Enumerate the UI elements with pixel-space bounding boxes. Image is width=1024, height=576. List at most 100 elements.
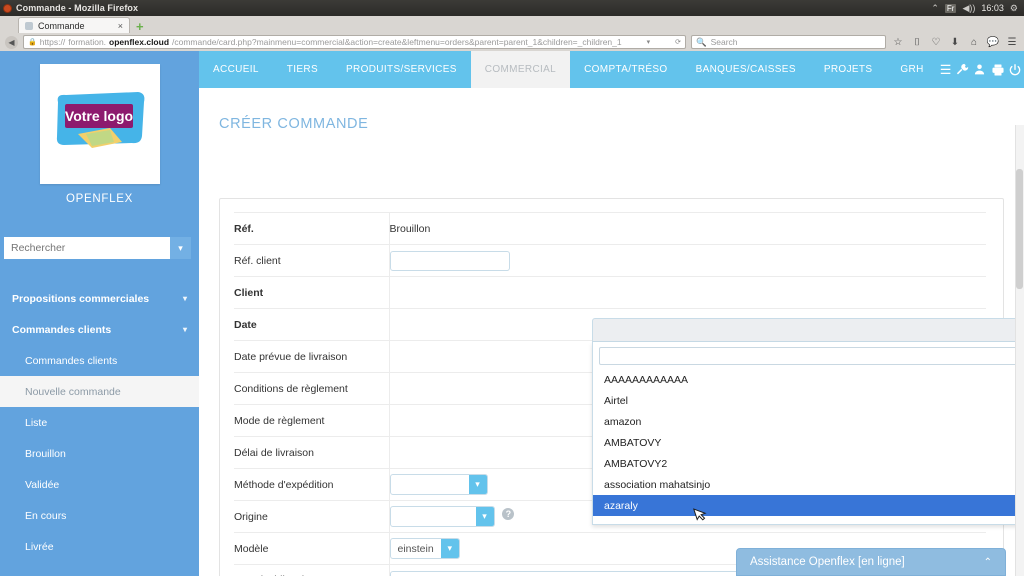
sidebar-item-liste[interactable]: Liste: [0, 407, 199, 438]
nav-grh[interactable]: GRH: [886, 51, 937, 88]
row-value-ref: Brouillon: [389, 222, 431, 235]
power-icon-glyph: [1009, 63, 1021, 75]
sidebar-group-commandes[interactable]: Commandes clients ▾: [0, 314, 199, 345]
nav-label: GRH: [900, 64, 924, 75]
nav-label: COMPTA/TRÉSO: [584, 64, 668, 75]
list-item[interactable]: association mahatsinjo: [593, 474, 1024, 495]
sidebar-item-label: Nouvelle commande: [25, 385, 121, 398]
url-host: openflex.cloud: [109, 37, 170, 47]
close-icon[interactable]: ×: [118, 21, 123, 31]
nav-label: PROJETS: [823, 64, 873, 75]
chevron-up-icon[interactable]: ⌃: [984, 557, 992, 568]
chevron-down-icon[interactable]: ▾: [440, 539, 459, 558]
ref-client-input[interactable]: [389, 250, 510, 271]
sidebar-item-brouillon[interactable]: Brouillon: [0, 438, 199, 469]
nav-tiers[interactable]: TIERS: [273, 51, 332, 88]
sidebar-item-livree[interactable]: Livrée: [0, 531, 199, 562]
back-arrow-icon[interactable]: ◀: [5, 35, 18, 49]
bookmark-star-icon[interactable]: ☆: [891, 37, 905, 48]
page-scrollbar-thumb[interactable]: [1016, 169, 1023, 289]
pocket-icon[interactable]: ⌷: [910, 37, 924, 48]
nav-produits-services[interactable]: PRODUITS/SERVICES: [332, 51, 471, 88]
search-input[interactable]: 🔍 Search: [691, 35, 886, 49]
window-controls[interactable]: [0, 3, 12, 13]
origine-select[interactable]: ▾: [389, 506, 495, 527]
system-tray: ⌃ Fr ◀)) 16:03 ⚙: [931, 3, 1024, 14]
chevron-down-icon[interactable]: ▾: [183, 294, 187, 303]
navigation-bar: ◀ 🔒 https://formation. openflex.cloud/com…: [0, 33, 1024, 51]
home-icon[interactable]: ⌂: [967, 37, 981, 48]
list-item[interactable]: AMBATOVY: [593, 432, 1024, 453]
table-row: Réf. Brouillon: [234, 212, 986, 245]
chevron-down-icon[interactable]: ▾: [183, 325, 187, 334]
sidebar-item-label: Validée: [25, 478, 60, 491]
sidebar-group-propositions[interactable]: Propositions commerciales ▾: [0, 283, 199, 314]
chat-icon[interactable]: 💬: [986, 37, 1000, 48]
downloads-icon[interactable]: ⬇: [948, 37, 962, 48]
sidebar-search-input[interactable]: [4, 237, 170, 259]
nav-label: BANQUES/CAISSES: [695, 64, 796, 75]
option-label: AMBATOVY: [604, 436, 662, 449]
lock-icon: 🔒: [28, 39, 37, 46]
nav-compta-treso[interactable]: COMPTA/TRÉSO: [570, 51, 681, 88]
nav-projets[interactable]: PROJETS: [810, 51, 887, 88]
chevron-down-icon[interactable]: ▾: [647, 38, 651, 46]
hamburger-menu-icon[interactable]: ☰: [1005, 37, 1019, 48]
sidebar-search[interactable]: ▾: [4, 237, 191, 259]
list-item[interactable]: AMBATOVY2: [593, 453, 1024, 474]
chevron-down-icon[interactable]: ▾: [475, 507, 494, 526]
top-navigation: ACCUEIL TIERS PRODUITS/SERVICES COMMERCI…: [199, 51, 1024, 88]
wifi-icon[interactable]: ⌃: [931, 3, 939, 14]
help-icon[interactable]: ?: [502, 507, 515, 520]
methode-expedition-select[interactable]: ▾: [389, 474, 488, 495]
nav-commercial[interactable]: COMMERCIAL: [470, 51, 571, 88]
sidebar-item-en-cours[interactable]: En cours: [0, 500, 199, 531]
printer-icon[interactable]: [989, 51, 1007, 88]
sidebar: Votre logo OPENFLEX ▾ Propositions comme…: [0, 51, 199, 576]
client-select-control[interactable]: ▾: [592, 318, 1024, 342]
plus-icon[interactable]: +: [136, 20, 144, 33]
row-value-client: [389, 277, 986, 309]
reload-icon[interactable]: ⟳: [675, 38, 681, 46]
tools-icon[interactable]: [953, 51, 971, 88]
logo-image: Votre logo: [56, 92, 144, 148]
shield-icon[interactable]: ♡: [929, 37, 943, 48]
url-bar[interactable]: 🔒 https://formation. openflex.cloud/comma…: [23, 35, 686, 49]
power-icon[interactable]: [1006, 51, 1024, 88]
client-dropdown-search[interactable]: 🔍: [599, 347, 1024, 365]
client-dropdown-panel: 🔍 AAAAAAAAAAAA Airtel amazon AMBATOVY AM…: [592, 342, 1024, 525]
table-row: Réf. client: [234, 244, 986, 277]
modele-select[interactable]: einstein ▾: [389, 538, 460, 559]
volume-icon[interactable]: ◀)): [962, 3, 975, 14]
client-option-list[interactable]: AAAAAAAAAAAA Airtel amazon AMBATOVY AMBA…: [593, 369, 1024, 521]
list-item[interactable]: Airtel: [593, 390, 1024, 411]
application-area: Votre logo OPENFLEX ▾ Propositions comme…: [0, 51, 1024, 576]
browser-tab[interactable]: Commande ×: [18, 17, 130, 33]
client-search-input[interactable]: [606, 350, 1024, 362]
assistance-widget[interactable]: Assistance Openflex [en ligne] ⌃: [736, 548, 1006, 576]
list-item[interactable]: AAAAAAAAAAAA: [593, 369, 1024, 390]
hamburger-menu-icon[interactable]: ☰: [938, 51, 954, 88]
row-label-modele: Modèle: [234, 532, 390, 565]
row-label-origine: Origine: [234, 500, 390, 533]
main-content: CRÉER COMMANDE Réf. Brouillon Réf. clien…: [199, 88, 1024, 576]
list-item-highlighted[interactable]: azaraly: [593, 495, 1024, 516]
url-subdomain: formation.: [68, 37, 107, 47]
nav-banques-caisses[interactable]: BANQUES/CAISSES: [682, 51, 810, 88]
page-scrollbar[interactable]: [1015, 125, 1024, 576]
printer-icon-glyph: [991, 63, 1004, 76]
sidebar-item-nouvelle-commande[interactable]: Nouvelle commande: [0, 376, 199, 407]
window-close-button[interactable]: [3, 3, 12, 13]
sidebar-item-validee[interactable]: Validée: [0, 469, 199, 500]
chevron-down-icon[interactable]: ▾: [468, 475, 487, 494]
clock[interactable]: 16:03: [981, 3, 1004, 13]
keyboard-layout-indicator[interactable]: Fr: [944, 3, 957, 13]
list-item[interactable]: amazon: [593, 411, 1024, 432]
user-icon[interactable]: [971, 51, 989, 88]
gear-icon[interactable]: ⚙: [1010, 3, 1018, 14]
sidebar-item-commandes-clients[interactable]: Commandes clients: [0, 345, 199, 376]
nav-accueil[interactable]: ACCUEIL: [199, 51, 273, 88]
chevron-down-icon[interactable]: ▾: [170, 237, 191, 259]
user-icon-glyph: [975, 64, 985, 75]
nav-label: TIERS: [286, 64, 318, 75]
